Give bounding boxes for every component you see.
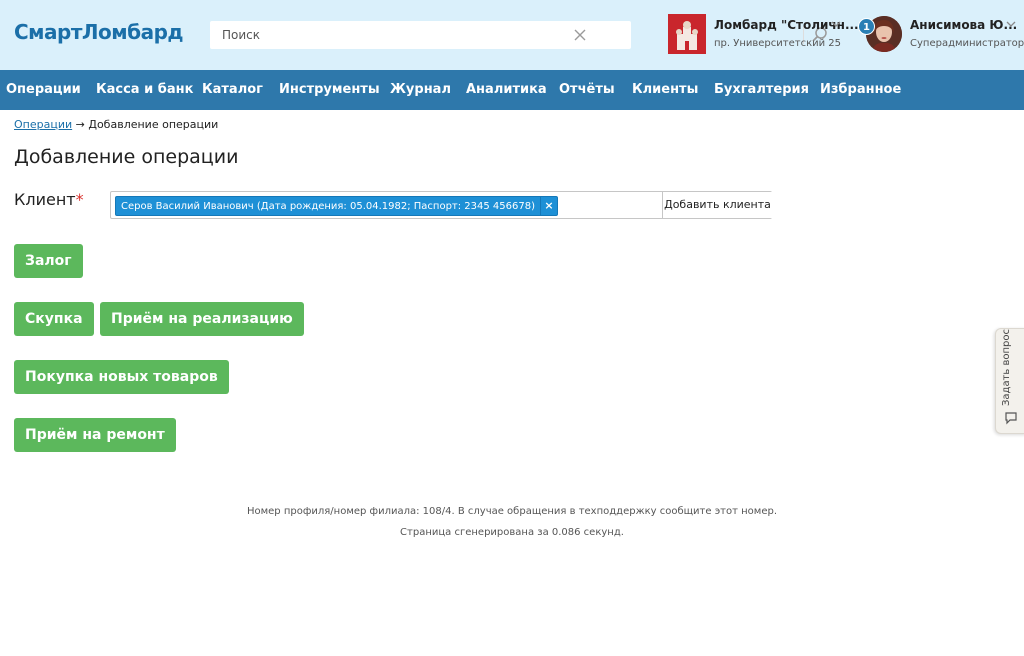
add-client-button[interactable]: Добавить клиента: [662, 192, 772, 218]
client-label: Клиент*: [14, 190, 84, 209]
selected-client-tag: Серов Василий Иванович (Дата рождения: 0…: [115, 196, 559, 216]
chevron-down-icon[interactable]: [831, 20, 841, 28]
ask-question-widget[interactable]: Задать вопрос: [995, 328, 1024, 434]
client-label-text: Клиент: [14, 190, 76, 209]
breadcrumb-current: Добавление операции: [88, 118, 219, 131]
chat-bubble-icon: [1005, 412, 1017, 425]
branch-selector[interactable]: Ломбард "Столичн... пр. Университетский …: [668, 14, 859, 58]
user-menu[interactable]: 1 Анисимова Ю... Суперадминистратор: [858, 14, 1024, 58]
footer-generation-time: Страница сгенерирована за 0.086 секунд.: [400, 527, 624, 538]
nav-item-operations[interactable]: Операции: [6, 70, 81, 110]
breadcrumb-link-operations[interactable]: Операции: [14, 118, 72, 131]
nav-item-favorites[interactable]: Избранное: [820, 70, 901, 110]
header: СмартЛомбард Ломбард "Столичн... пр. Уни…: [0, 0, 1024, 70]
chevron-down-icon[interactable]: [1006, 20, 1016, 28]
close-icon[interactable]: [572, 27, 588, 43]
branch-logo: [668, 14, 706, 54]
consignment-button[interactable]: Приём на реализацию: [100, 302, 304, 336]
user-role: Суперадминистратор: [910, 38, 1024, 49]
app-logo[interactable]: СмартЛомбард: [14, 20, 184, 44]
client-select[interactable]: Серов Василий Иванович (Дата рождения: 0…: [110, 191, 772, 219]
notification-badge[interactable]: 1: [858, 18, 875, 35]
nav-item-journal[interactable]: Журнал: [390, 70, 451, 110]
nav-item-catalog[interactable]: Каталог: [202, 70, 263, 110]
nav-item-analytics[interactable]: Аналитика: [466, 70, 547, 110]
nav-item-reports[interactable]: Отчёты: [559, 70, 615, 110]
nav-item-tools[interactable]: Инструменты: [279, 70, 380, 110]
nav-item-cash-bank[interactable]: Касса и банк: [96, 70, 193, 110]
pledge-button[interactable]: Залог: [14, 244, 83, 278]
breadcrumb: Операции → Добавление операции: [14, 118, 218, 131]
selected-client-text: Серов Василий Иванович (Дата рождения: 0…: [121, 201, 536, 212]
repair-button[interactable]: Приём на ремонт: [14, 418, 176, 452]
buyout-button[interactable]: Скупка: [14, 302, 94, 336]
main-nav: Операции Касса и банк Каталог Инструмент…: [0, 70, 1024, 110]
new-goods-button[interactable]: Покупка новых товаров: [14, 360, 229, 394]
search-input[interactable]: [210, 21, 570, 49]
footer-profile-info: Номер профиля/номер филиала: 108/4. В сл…: [246, 506, 778, 517]
nav-item-accounting[interactable]: Бухгалтерия: [714, 70, 809, 110]
user-name: Анисимова Ю...: [910, 18, 1018, 32]
ask-question-label: Задать вопрос: [1001, 329, 1012, 406]
branch-address: пр. Университетский 25: [714, 38, 842, 49]
page-title: Добавление операции: [14, 146, 239, 168]
breadcrumb-separator: →: [72, 118, 89, 131]
required-mark: *: [75, 190, 84, 209]
remove-client-button[interactable]: ×: [540, 197, 557, 215]
nav-item-clients[interactable]: Клиенты: [632, 70, 698, 110]
search-box: [210, 21, 827, 49]
